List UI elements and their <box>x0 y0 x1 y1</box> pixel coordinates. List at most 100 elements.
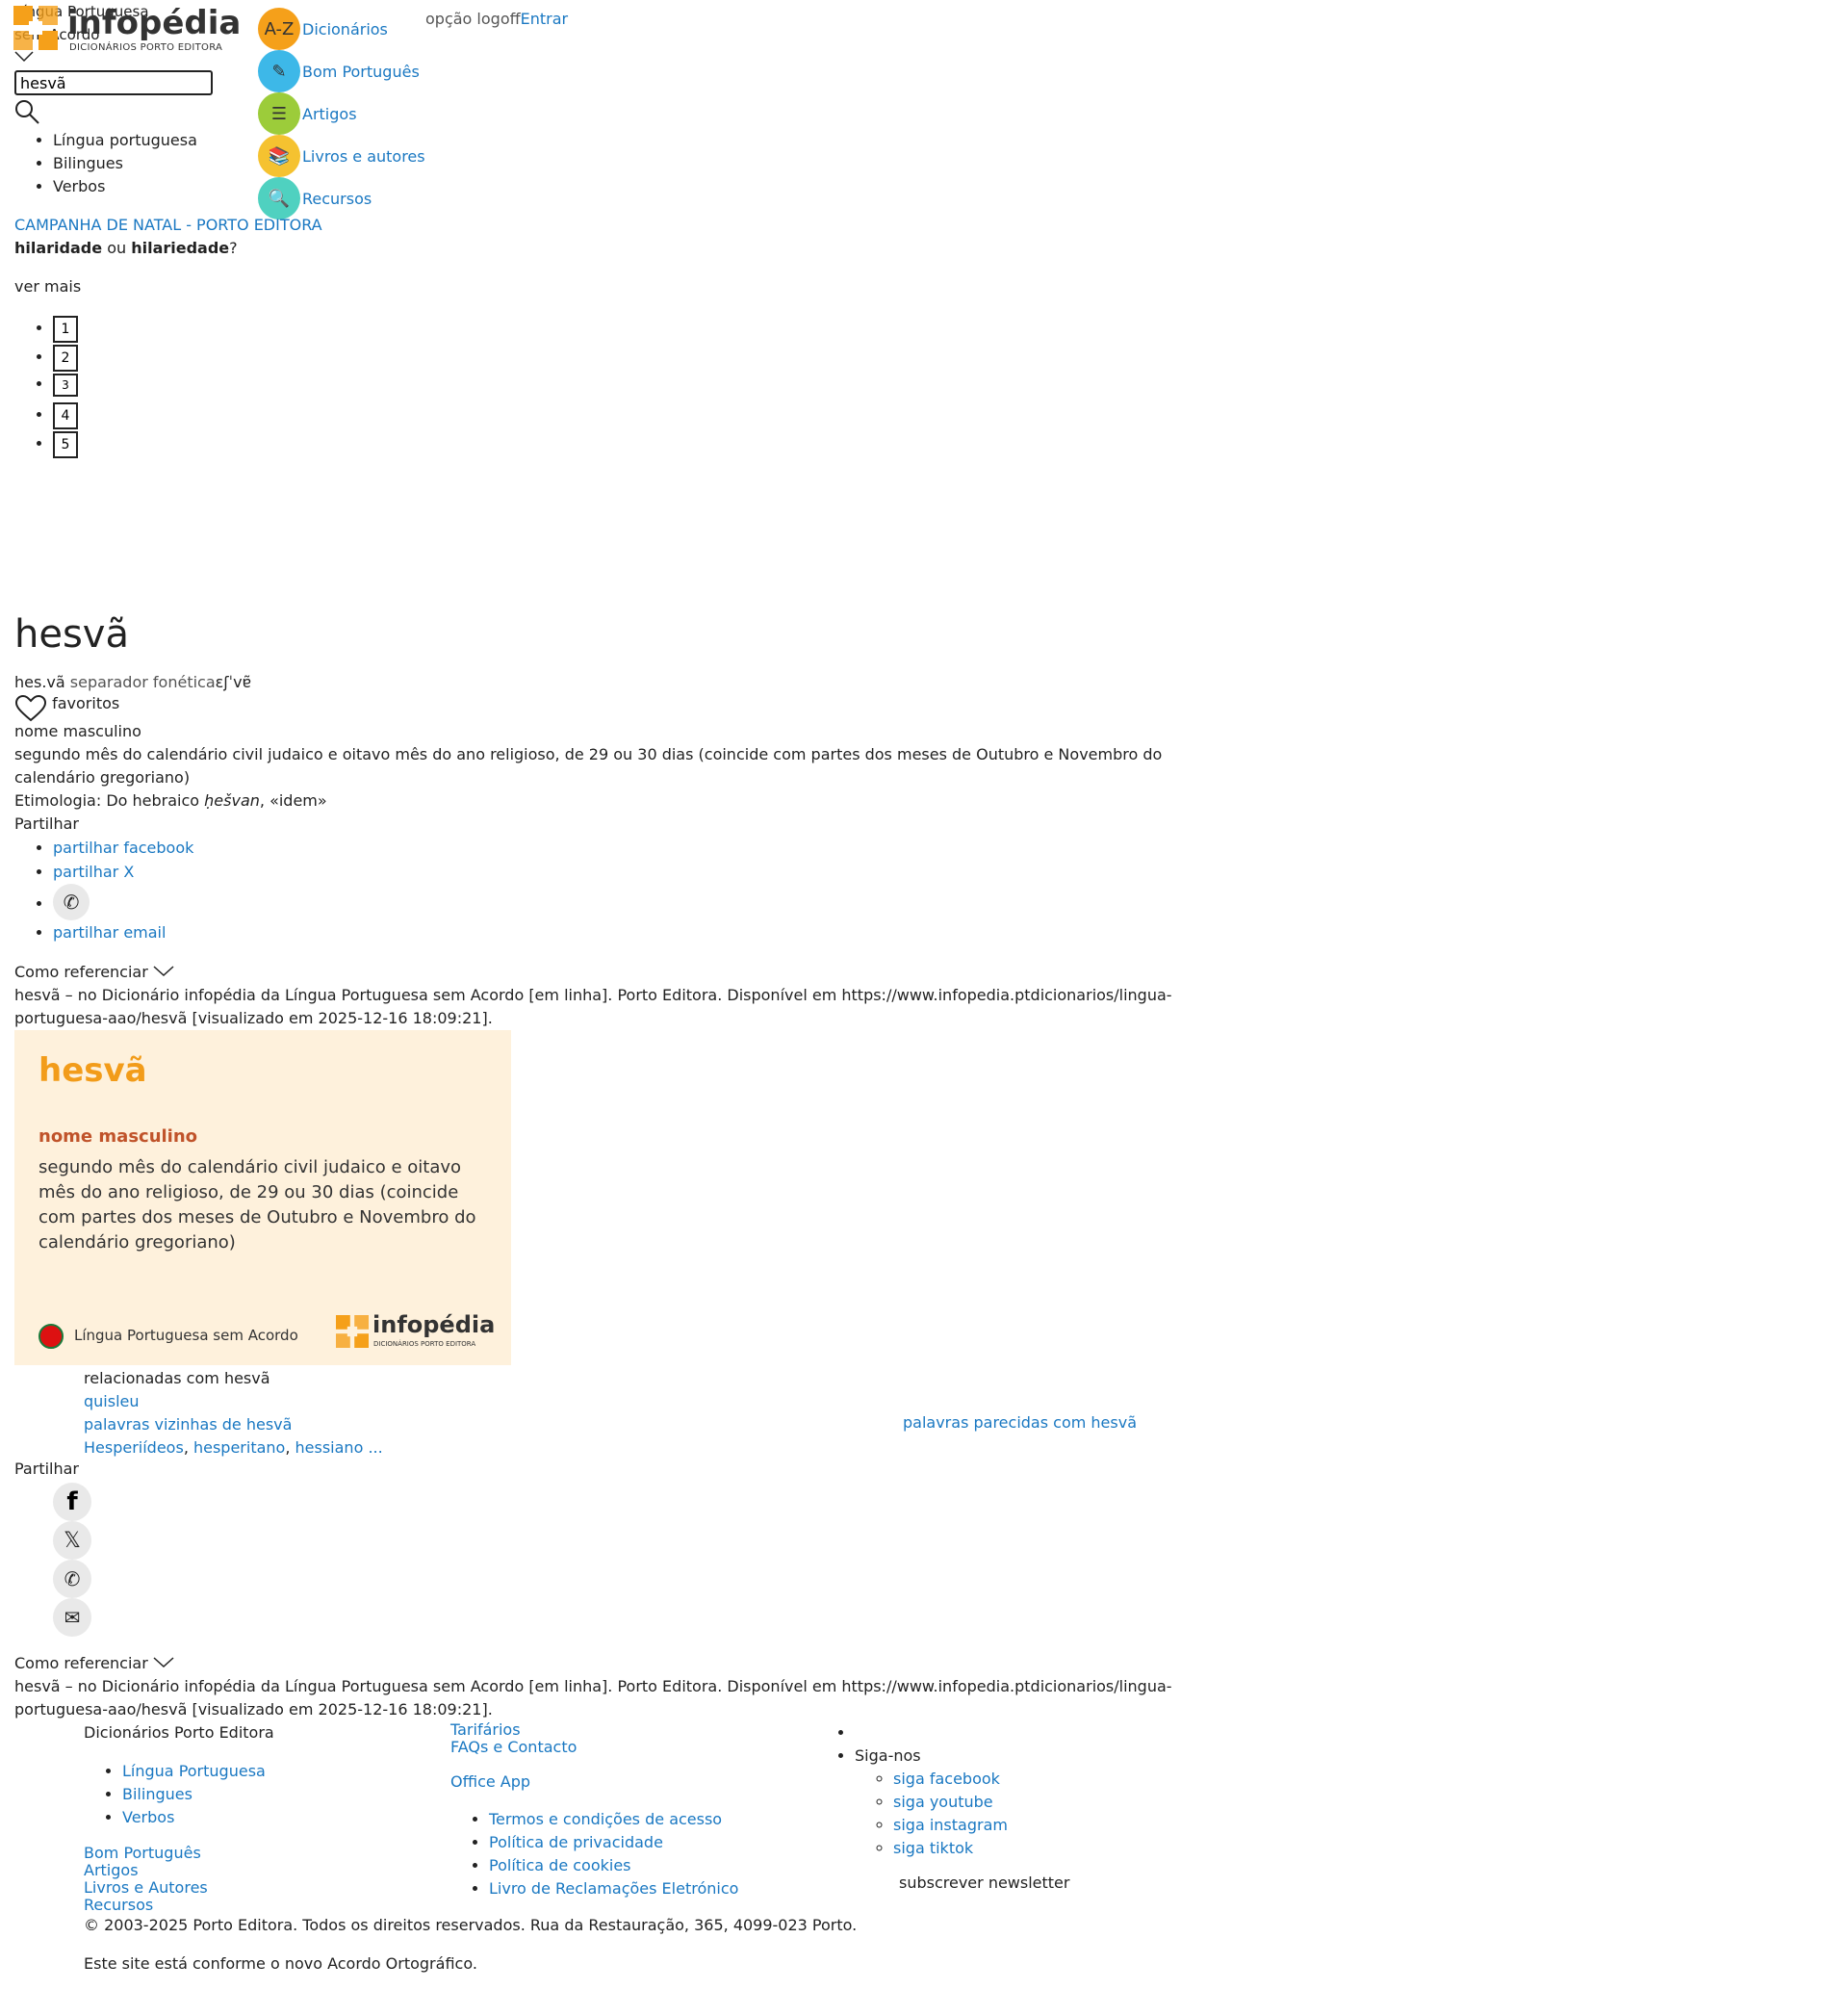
page-title: hesvã <box>14 612 129 657</box>
mode-bilingues[interactable]: Bilingues <box>53 152 197 175</box>
neighbor-link[interactable]: hesperitano <box>193 1438 285 1457</box>
nav-label-recursos[interactable]: Recursos <box>302 190 372 208</box>
logo-wordmark: infopédia <box>67 4 242 42</box>
cite-toggle-2[interactable]: Como referenciar <box>14 1652 174 1675</box>
separator-image: separador fonética <box>69 673 216 691</box>
pager-button-3[interactable]: 3 <box>53 374 78 397</box>
chevron-down-icon[interactable] <box>153 963 174 981</box>
logo-subtitle: DICIONÁRIOS PORTO EDITORA <box>69 42 223 53</box>
definition-line-2: calendário gregoriano) <box>14 768 191 787</box>
etymology-prefix: Etimologia: Do hebraico <box>14 791 205 810</box>
card-dictionary: Língua Portuguesa sem Acordo <box>74 1327 298 1344</box>
pager-button-2[interactable]: 2 <box>53 345 78 372</box>
phonetic: ɛʃˈvɐ̃ <box>215 673 252 691</box>
footer-link[interactable]: Livros e Autores <box>84 1878 208 1897</box>
share-label-2: Partilhar <box>14 1460 79 1478</box>
login-link[interactable]: Entrar <box>521 10 568 28</box>
footer-link[interactable]: Política de cookies <box>489 1856 631 1874</box>
search-icon[interactable] <box>13 98 40 129</box>
facebook-icon[interactable]: f <box>53 1483 91 1521</box>
social-facebook-link[interactable]: siga facebook <box>893 1770 1000 1788</box>
question-or: ou <box>107 239 127 257</box>
dictionary-icon: A-Z <box>258 8 300 50</box>
card-headword: hesvã <box>38 1051 147 1090</box>
promo-question[interactable]: hilaridade ou hilariedade? <box>14 239 238 257</box>
footer-link[interactable]: Livro de Reclamações Eletrónico <box>489 1879 738 1898</box>
social-youtube-link[interactable]: siga youtube <box>893 1793 993 1811</box>
citation-line-2: portuguesa-aao/hesvã [visualizado em 202… <box>14 1009 493 1027</box>
footer-link[interactable]: Recursos <box>84 1896 153 1914</box>
question-option-a: hilaridade <box>14 239 103 257</box>
nav-item-bom-portugues[interactable]: ✎ Bom Português <box>244 50 425 92</box>
footer-link[interactable]: Termos e condições de acesso <box>489 1810 722 1828</box>
footer-column-info: Tarifários FAQs e Contacto Office App Te… <box>450 1721 738 1900</box>
related-word-link[interactable]: quisleu <box>84 1392 140 1410</box>
pager-button-1[interactable]: 1 <box>53 316 78 343</box>
question-end: ? <box>229 239 238 257</box>
mode-verbos[interactable]: Verbos <box>53 175 197 198</box>
x-icon[interactable]: 𝕏 <box>53 1521 91 1560</box>
footer-link[interactable]: Bilingues <box>122 1785 192 1803</box>
copyright: © 2003-2025 Porto Editora. Todos os dire… <box>84 1916 858 1934</box>
etymology-suffix: , «idem» <box>259 791 327 810</box>
footer-link[interactable]: Bom Português <box>84 1844 201 1862</box>
office-app-link[interactable]: Office App <box>450 1772 530 1791</box>
search-input[interactable] <box>14 70 213 95</box>
campaign-banner[interactable]: CAMPANHA DE NATAL - PORTO EDITORA <box>14 216 322 234</box>
share-facebook-link[interactable]: partilhar facebook <box>53 839 193 857</box>
footer-link[interactable]: Verbos <box>122 1808 174 1826</box>
neighbor-link[interactable]: Hesperiídeos <box>84 1438 184 1457</box>
login-area[interactable]: opção logoffEntrar <box>425 10 568 28</box>
nav-item-recursos[interactable]: 🔍 Recursos <box>244 177 425 220</box>
social-tiktok-link[interactable]: siga tiktok <box>893 1839 973 1857</box>
favorites-label: favoritos <box>52 694 120 712</box>
share-list: partilhar facebook partilhar X ✆ partilh… <box>53 836 193 944</box>
newsletter-button[interactable]: subscrever newsletter <box>899 1872 1069 1895</box>
card-logo-subtitle: DICIONÁRIOS PORTO EDITORA <box>373 1340 476 1348</box>
citation-2-line-2: portuguesa-aao/hesvã [visualizado em 202… <box>14 1700 493 1719</box>
pager-button-4[interactable]: 4 <box>53 402 78 429</box>
nav-label-livros-autores[interactable]: Livros e autores <box>302 147 425 166</box>
email-icon[interactable]: ✉ <box>53 1598 91 1637</box>
share-email-link[interactable]: partilhar email <box>53 923 166 942</box>
whatsapp-icon[interactable]: ✆ <box>53 1560 91 1598</box>
logoff-image: opção logoff <box>425 10 521 28</box>
footer-link[interactable]: Tarifários <box>450 1720 521 1739</box>
definition-line-1: segundo mês do calendário civil judaico … <box>14 745 1163 763</box>
cite-toggle[interactable]: Como referenciar <box>14 961 174 984</box>
question-option-b: hilariedade <box>131 239 230 257</box>
related-words: relacionadas com hesvã quisleu palavras … <box>84 1369 383 1457</box>
cite-label-2: Como referenciar <box>14 1654 148 1672</box>
mode-lingua-portuguesa[interactable]: Língua portuguesa <box>53 129 197 152</box>
footer-col1-title: Dicionários Porto Editora <box>84 1723 274 1742</box>
neighbors-link[interactable]: palavras vizinhas de hesvã <box>84 1415 292 1434</box>
infopedia-logo[interactable]: infopédia DICIONÁRIOS PORTO EDITORA <box>13 4 241 56</box>
footer-link[interactable]: Política de privacidade <box>489 1833 663 1851</box>
nav-item-livros-autores[interactable]: 📚 Livros e autores <box>244 135 425 177</box>
footer-link[interactable]: FAQs e Contacto <box>450 1738 577 1756</box>
share-x-link[interactable]: partilhar X <box>53 863 134 881</box>
portugal-flag-icon <box>38 1324 64 1349</box>
main-nav: A-Z Dicionários ✎ Bom Português ☰ Artigo… <box>244 8 425 220</box>
nav-label-bom-portugues[interactable]: Bom Português <box>302 63 420 81</box>
ver-mais-link[interactable]: ver mais <box>14 277 81 296</box>
social-instagram-link[interactable]: siga instagram <box>893 1816 1008 1834</box>
carousel-pager: 1 2 3 4 5 <box>53 316 78 460</box>
nav-item-artigos[interactable]: ☰ Artigos <box>244 92 425 135</box>
cite-label: Como referenciar <box>14 963 148 981</box>
syllables: hes.vã <box>14 673 65 691</box>
footer-column-dictionaries: Dicionários Porto Editora Língua Portugu… <box>84 1721 274 1914</box>
footer-link[interactable]: Artigos <box>84 1861 139 1879</box>
chevron-down-icon[interactable] <box>153 1654 174 1672</box>
nav-label-artigos[interactable]: Artigos <box>302 105 357 123</box>
neighbor-link[interactable]: hessiano ... <box>295 1438 383 1457</box>
pager-button-5[interactable]: 5 <box>53 431 78 458</box>
article-icon: ☰ <box>258 92 300 135</box>
etymology-word: ḥešvan <box>204 791 260 810</box>
similar-words-link[interactable]: palavras parecidas com hesvã <box>903 1413 1137 1432</box>
nav-item-dicionarios[interactable]: A-Z Dicionários <box>244 8 425 50</box>
whatsapp-icon[interactable]: ✆ <box>53 884 90 920</box>
search-mode-list: Língua portuguesa Bilingues Verbos <box>53 129 197 198</box>
nav-label-dicionarios[interactable]: Dicionários <box>302 20 388 39</box>
footer-link[interactable]: Língua Portuguesa <box>122 1762 266 1780</box>
